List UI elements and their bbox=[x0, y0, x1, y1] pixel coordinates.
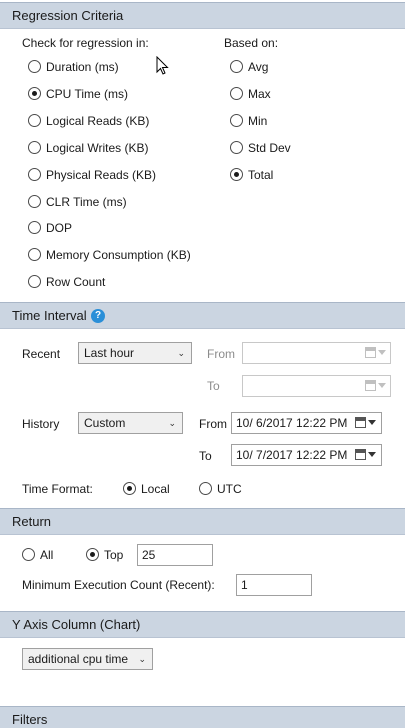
metric-label: Memory Consumption (KB) bbox=[46, 248, 191, 263]
check-regression-label: Check for regression in: bbox=[22, 36, 149, 50]
metric-radio[interactable] bbox=[28, 275, 41, 289]
aggregate-radio[interactable] bbox=[230, 113, 243, 127]
y-axis-header: Y Axis Column (Chart) bbox=[0, 611, 405, 638]
metric-label: Physical Reads (KB) bbox=[46, 167, 157, 182]
time-format-local-radio[interactable] bbox=[123, 482, 136, 495]
aggregate-radio[interactable] bbox=[230, 86, 243, 100]
return-top-input[interactable]: 25 bbox=[137, 544, 213, 566]
aggregate-radio[interactable] bbox=[230, 60, 243, 73]
metric-radio[interactable] bbox=[28, 167, 41, 181]
chevron-down-icon: ⌄ bbox=[168, 418, 176, 428]
chevron-down-icon: ⌄ bbox=[138, 654, 146, 664]
history-label: History bbox=[22, 417, 60, 431]
metric-radio[interactable] bbox=[28, 221, 41, 235]
return-top-label: Top bbox=[104, 548, 124, 562]
time-interval-header: Time Interval bbox=[0, 302, 405, 329]
metric-radio[interactable] bbox=[28, 86, 41, 100]
calendar-icon[interactable] bbox=[355, 416, 379, 430]
regression-criteria-header: Regression Criteria bbox=[0, 2, 405, 29]
metric-radio[interactable] bbox=[28, 60, 41, 73]
recent-from-datepicker[interactable] bbox=[242, 342, 391, 364]
time-format-local-label: Local bbox=[141, 482, 170, 496]
return-top-radio[interactable] bbox=[86, 548, 99, 561]
time-format-label: Time Format: bbox=[22, 482, 93, 496]
return-all-label: All bbox=[40, 548, 54, 562]
aggregate-label: Total bbox=[248, 167, 274, 182]
recent-to-label: To bbox=[207, 379, 220, 393]
metric-label: DOP bbox=[46, 221, 73, 236]
aggregate-radio[interactable] bbox=[230, 140, 243, 154]
help-icon[interactable]: ? bbox=[91, 309, 105, 323]
time-format-utc-radio[interactable] bbox=[199, 482, 212, 495]
history-dropdown[interactable]: Custom ⌄ bbox=[78, 412, 183, 434]
min-exec-label: Minimum Execution Count (Recent): bbox=[22, 578, 215, 592]
mouse-cursor-icon bbox=[156, 56, 169, 75]
metric-label: Logical Reads (KB) bbox=[46, 113, 150, 128]
recent-from-label: From bbox=[207, 347, 235, 361]
return-top-value: 25 bbox=[142, 548, 156, 562]
recent-dropdown[interactable]: Last hour ⌄ bbox=[78, 342, 192, 364]
calendar-icon[interactable] bbox=[365, 379, 389, 393]
aggregate-label: Std Dev bbox=[248, 140, 291, 155]
history-from-label: From bbox=[199, 417, 227, 431]
metric-label: CPU Time (ms) bbox=[46, 86, 128, 101]
history-to-datepicker[interactable]: 10/ 7/2017 12:22 PM bbox=[231, 444, 382, 466]
metric-label: Logical Writes (KB) bbox=[46, 140, 149, 155]
history-from-value: 10/ 6/2017 12:22 PM bbox=[236, 416, 348, 430]
y-axis-dropdown-value: additional cpu time bbox=[28, 652, 129, 666]
metric-radio[interactable] bbox=[28, 194, 41, 208]
return-all-radio[interactable] bbox=[22, 548, 35, 561]
history-from-datepicker[interactable]: 10/ 6/2017 12:22 PM bbox=[231, 412, 382, 434]
metric-label: CLR Time (ms) bbox=[46, 194, 127, 209]
calendar-icon[interactable] bbox=[355, 448, 379, 462]
history-dropdown-value: Custom bbox=[84, 416, 126, 430]
time-interval-title: Time Interval bbox=[12, 308, 87, 323]
chevron-down-icon: ⌄ bbox=[177, 348, 185, 358]
aggregate-label: Min bbox=[248, 113, 268, 128]
metric-radio[interactable] bbox=[28, 113, 41, 127]
recent-dropdown-value: Last hour bbox=[84, 346, 135, 360]
metric-radio[interactable] bbox=[28, 140, 41, 154]
aggregate-radio[interactable] bbox=[230, 167, 243, 181]
min-exec-input[interactable]: 1 bbox=[236, 574, 312, 596]
metric-label: Row Count bbox=[46, 275, 106, 290]
aggregate-label: Avg bbox=[248, 60, 269, 74]
y-axis-dropdown[interactable]: additional cpu time ⌄ bbox=[22, 648, 153, 670]
history-to-value: 10/ 7/2017 12:22 PM bbox=[236, 448, 348, 462]
recent-to-datepicker[interactable] bbox=[242, 375, 391, 397]
calendar-icon[interactable] bbox=[365, 346, 389, 360]
time-format-utc-label: UTC bbox=[217, 482, 242, 496]
based-on-label: Based on: bbox=[224, 36, 279, 50]
aggregate-label: Max bbox=[248, 86, 271, 101]
metric-label: Duration (ms) bbox=[46, 60, 119, 74]
metric-radio[interactable] bbox=[28, 248, 41, 262]
return-header: Return bbox=[0, 508, 405, 535]
history-to-label: To bbox=[199, 449, 212, 463]
min-exec-value: 1 bbox=[241, 578, 248, 592]
filters-header: Filters bbox=[0, 706, 405, 728]
recent-label: Recent bbox=[22, 347, 61, 361]
